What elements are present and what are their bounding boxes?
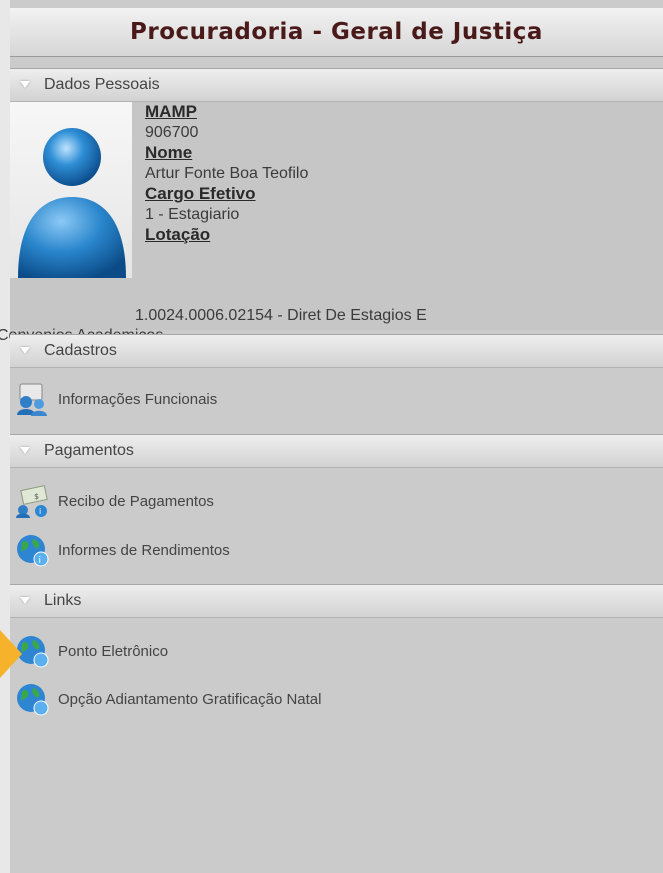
menu-item-label: Opção Adiantamento Gratificação Natal bbox=[58, 690, 322, 708]
menu-recibo-pagamentos[interactable]: $ i Recibo de Pagamentos bbox=[14, 483, 214, 519]
nome-value: Artur Fonte Boa Teofilo bbox=[145, 165, 309, 182]
collapse-triangle-icon[interactable] bbox=[20, 347, 30, 354]
section-label: Links bbox=[44, 592, 82, 609]
user-avatar-icon bbox=[10, 102, 132, 278]
menu-item-label: Ponto Eletrônico bbox=[58, 642, 169, 660]
menu-item-label: Informes de Rendimentos bbox=[58, 541, 230, 559]
collapse-triangle-icon[interactable] bbox=[20, 597, 30, 604]
section-label: Dados Pessoais bbox=[44, 76, 160, 93]
mamp-value: 906700 bbox=[145, 124, 199, 141]
section-links[interactable]: Links bbox=[10, 584, 663, 618]
collapse-triangle-icon[interactable] bbox=[20, 81, 30, 88]
nome-label: Nome bbox=[145, 143, 193, 162]
users-info-icon bbox=[14, 382, 52, 416]
menu-informes-rendimentos[interactable]: i Informes de Rendimentos bbox=[14, 532, 230, 568]
profile-info: MAMP 906700 Nome Artur Fonte Boa Teofilo… bbox=[145, 102, 308, 245]
section-pagamentos[interactable]: Pagamentos bbox=[10, 434, 663, 468]
dados-pessoais-body: MAMP 906700 Nome Artur Fonte Boa Teofilo… bbox=[10, 102, 663, 330]
section-label: Pagamentos bbox=[44, 442, 134, 459]
lotacao-value-line1: 1.0024.0006.02154 - Diret De Estagios E bbox=[135, 307, 427, 324]
menu-item-label: Informações Funcionais bbox=[58, 390, 218, 408]
pointer-arrow-icon bbox=[0, 630, 22, 678]
left-gutter bbox=[0, 0, 10, 873]
section-dados-pessoais[interactable]: Dados Pessoais bbox=[10, 68, 663, 102]
menu-informacoes-funcionais[interactable]: Informações Funcionais bbox=[14, 381, 217, 417]
lotacao-label: Lotação bbox=[145, 225, 211, 244]
cargo-value: 1 - Estagiario bbox=[145, 206, 240, 223]
globe-icon: i bbox=[14, 533, 52, 567]
money-receipt-icon: $ i bbox=[14, 484, 52, 518]
page-title: Procuradoria - Geral de Justiça bbox=[130, 19, 543, 45]
page: Procuradoria - Geral de Justiça Dados Pe… bbox=[0, 0, 663, 873]
collapse-triangle-icon[interactable] bbox=[20, 447, 30, 454]
app-header: Procuradoria - Geral de Justiça bbox=[10, 8, 663, 57]
menu-ponto-eletronico[interactable]: Ponto Eletrônico bbox=[14, 633, 168, 669]
cargo-label: Cargo Efetivo bbox=[145, 184, 256, 203]
svg-text:i: i bbox=[39, 507, 41, 516]
svg-text:$: $ bbox=[34, 492, 39, 501]
menu-item-label: Recibo de Pagamentos bbox=[58, 492, 214, 510]
section-cadastros[interactable]: Cadastros bbox=[10, 334, 663, 368]
mamp-label: MAMP bbox=[145, 102, 197, 121]
menu-opcao-adiantamento[interactable]: Opção Adiantamento Gratificação Natal bbox=[14, 681, 321, 717]
svg-text:i: i bbox=[39, 556, 42, 566]
globe-icon bbox=[14, 682, 52, 716]
section-label: Cadastros bbox=[44, 342, 117, 359]
